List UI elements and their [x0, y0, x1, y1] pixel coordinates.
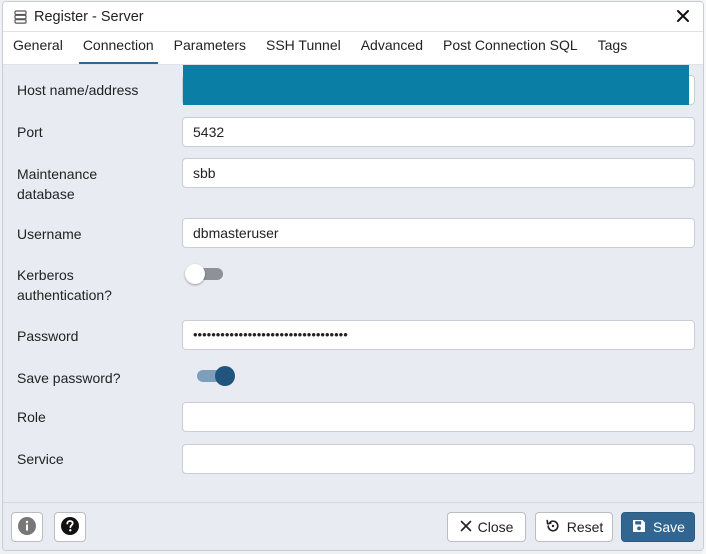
connection-form: Host name/address Port 5432 Maintenance …	[3, 65, 703, 502]
username-label: Username	[17, 226, 82, 242]
host-row: Host name/address	[3, 65, 703, 109]
save-password-toggle[interactable]	[193, 365, 235, 387]
kerberos-row: Kerberos authentication?	[3, 263, 703, 307]
kerberos-label-line2: authentication?	[17, 287, 112, 303]
reset-button-label: Reset	[566, 519, 604, 535]
service-input[interactable]	[182, 444, 695, 474]
close-icon[interactable]	[673, 7, 693, 27]
password-row: Password •••••••••••••••••••••••••••••••…	[3, 320, 703, 350]
port-row: Port 5432	[3, 117, 703, 147]
save-button-label: Save	[653, 519, 685, 535]
tab-connection[interactable]: Connection	[73, 31, 164, 64]
close-button[interactable]: Close	[447, 512, 526, 542]
service-row: Service	[3, 444, 703, 474]
port-input[interactable]: 5432	[182, 117, 695, 147]
dialog-titlebar: Register - Server	[3, 2, 703, 32]
maintenance-db-label-line1: Maintenance	[17, 166, 98, 182]
tab-post-connection-sql[interactable]: Post Connection SQL	[433, 31, 588, 64]
reset-icon	[545, 518, 561, 537]
dialog-footer: Close Reset Save	[3, 502, 703, 550]
tab-bar: General Connection Parameters SSH Tunnel…	[3, 32, 703, 65]
username-input[interactable]: dbmasteruser	[182, 218, 695, 248]
tab-tags[interactable]: Tags	[588, 31, 638, 64]
info-button[interactable]	[11, 512, 43, 542]
kerberos-toggle[interactable]	[185, 263, 225, 285]
port-label: Port	[17, 124, 43, 140]
maintenance-db-input[interactable]: sbb	[182, 158, 695, 188]
close-button-label: Close	[477, 519, 514, 535]
save-password-row: Save password?	[3, 365, 703, 389]
kerberos-toggle-knob	[185, 264, 205, 284]
host-input-selection[interactable]	[183, 65, 689, 105]
host-label: Host name/address	[17, 82, 139, 98]
tab-advanced[interactable]: Advanced	[351, 31, 433, 64]
reset-button[interactable]: Reset	[535, 512, 613, 542]
dialog-title: Register - Server	[34, 8, 144, 25]
username-row: Username dbmasteruser	[3, 218, 703, 248]
tab-ssh-tunnel[interactable]: SSH Tunnel	[256, 31, 351, 64]
role-row: Role	[3, 402, 703, 432]
maintenance-db-row: Maintenance database sbb	[3, 158, 703, 202]
save-password-label: Save password?	[17, 370, 121, 386]
help-button[interactable]	[54, 512, 86, 542]
server-icon	[13, 9, 29, 25]
register-server-dialog: Register - Server General Connection Par…	[2, 1, 704, 551]
role-input[interactable]	[182, 402, 695, 432]
password-input[interactable]: ••••••••••••••••••••••••••••••••••	[182, 320, 695, 350]
password-label: Password	[17, 328, 79, 344]
service-label: Service	[17, 451, 64, 467]
help-icon	[60, 516, 80, 539]
tab-parameters[interactable]: Parameters	[164, 31, 256, 64]
tab-general[interactable]: General	[3, 31, 73, 64]
save-icon	[631, 518, 647, 537]
maintenance-db-label-line2: database	[17, 186, 75, 202]
save-button[interactable]: Save	[621, 512, 695, 542]
save-password-toggle-knob	[215, 366, 235, 386]
info-icon	[17, 516, 37, 539]
kerberos-label-line1: Kerberos	[17, 267, 74, 283]
role-label: Role	[17, 409, 46, 425]
close-x-icon	[460, 519, 472, 535]
